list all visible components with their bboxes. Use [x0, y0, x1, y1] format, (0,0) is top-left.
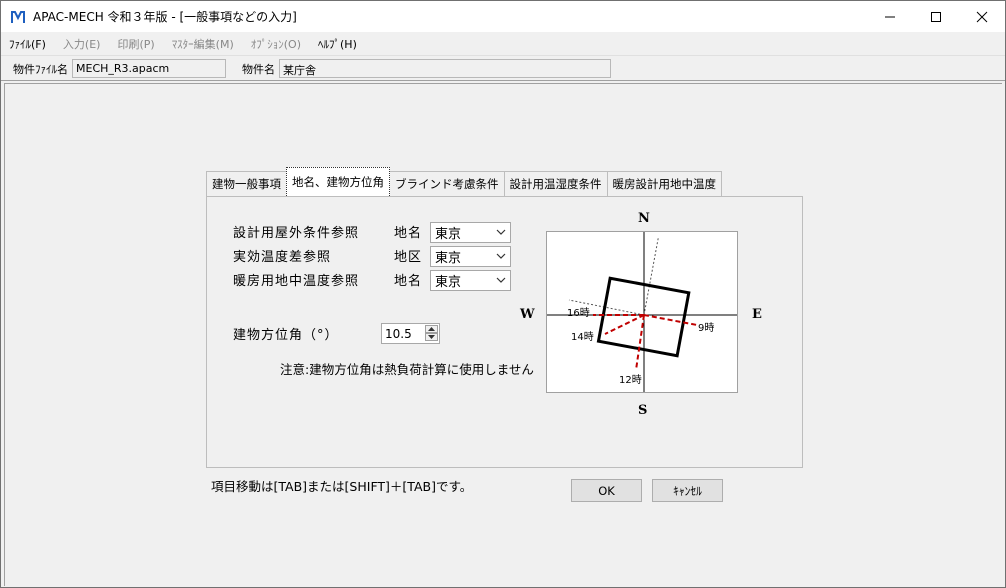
- compass-east-label: E: [752, 307, 762, 322]
- tab-building-general[interactable]: 建物一般事項: [206, 171, 287, 196]
- menu-file[interactable]: ﾌｧｲﾙ(F): [9, 36, 46, 52]
- ground-temp-location-select[interactable]: 東京: [430, 270, 511, 291]
- minimize-icon: [885, 16, 895, 17]
- orientation-canvas: 16時 14時 12時 9時: [547, 232, 737, 392]
- chevron-down-icon: [496, 229, 506, 235]
- project-name-field: 某庁舎: [279, 59, 611, 78]
- azimuth-spinner[interactable]: 10.5: [381, 323, 440, 344]
- project-info-bar: 物件ﾌｧｲﾙ名 MECH_R3.apacm 物件名 某庁舎: [1, 57, 1005, 81]
- caret-up-icon: [428, 327, 435, 331]
- app-logo-icon: [9, 8, 27, 26]
- caret-down-icon: [428, 335, 435, 339]
- maximize-icon: [931, 11, 941, 22]
- ground-temp-location-sublabel: 地名: [394, 274, 423, 289]
- minimize-button[interactable]: [867, 1, 913, 32]
- sun-ray-12: [635, 314, 645, 371]
- spin-down-button[interactable]: [425, 333, 438, 341]
- menu-input[interactable]: 入力(E): [63, 36, 101, 52]
- project-file-field: MECH_R3.apacm: [72, 59, 226, 78]
- tab-strip: 建物一般事項 地名、建物方位角 ブラインド考慮条件 設計用温湿度条件 暖房設計用…: [206, 167, 722, 196]
- menu-help[interactable]: ﾍﾙﾌﾟ(H): [318, 36, 357, 52]
- menu-options[interactable]: ｵﾌﾟｼｮﾝ(O): [251, 36, 301, 52]
- spin-up-button[interactable]: [425, 325, 438, 333]
- compass-north-label: N: [638, 211, 650, 226]
- project-name-label: 物件名: [242, 62, 275, 76]
- title-bar: APAC-MECH 令和３年版 - [一般事項などの入力]: [1, 1, 1005, 32]
- effective-temp-diff-label: 実効温度差参照: [233, 250, 332, 265]
- window-controls: [867, 1, 1005, 32]
- hour-16-label: 16時: [567, 307, 590, 319]
- tab-design-temp-humidity[interactable]: 設計用温湿度条件: [503, 171, 608, 196]
- outdoor-condition-label: 設計用屋外条件参照: [233, 226, 360, 241]
- tab-blind-conditions[interactable]: ブラインド考慮条件: [389, 171, 505, 196]
- tab-location-azimuth[interactable]: 地名、建物方位角: [286, 167, 390, 196]
- outdoor-location-sublabel: 地名: [394, 226, 423, 241]
- close-button[interactable]: [959, 1, 1005, 32]
- compass-south-label: S: [638, 403, 648, 418]
- azimuth-note: 注意:建物方位角は熱負荷計算に使用しません: [280, 362, 534, 377]
- effective-temp-region-sublabel: 地区: [394, 250, 423, 265]
- menu-bar: ﾌｧｲﾙ(F) 入力(E) 印刷(P) ﾏｽﾀｰ編集(M) ｵﾌﾟｼｮﾝ(O) …: [1, 32, 1005, 56]
- outdoor-location-value: 東京: [435, 227, 462, 242]
- hour-12-label: 12時: [619, 374, 642, 386]
- azimuth-label: 建物方位角（°）: [233, 328, 339, 343]
- project-file-label: 物件ﾌｧｲﾙ名: [13, 62, 68, 76]
- azimuth-line: [643, 238, 659, 316]
- chevron-down-icon: [496, 277, 506, 283]
- hour-14-label: 14時: [571, 331, 594, 343]
- compass-west-label: W: [520, 307, 535, 322]
- sun-ray-9: [643, 314, 698, 326]
- menu-master-edit[interactable]: ﾏｽﾀｰ編集(M): [172, 36, 234, 52]
- building-orientation-diagram: 16時 14時 12時 9時: [546, 231, 738, 393]
- navigation-hint: 項目移動は[TAB]または[SHIFT]＋[TAB]です。: [211, 479, 473, 494]
- effective-temp-region-value: 東京: [435, 251, 462, 266]
- app-window: APAC-MECH 令和３年版 - [一般事項などの入力] ﾌｧｲﾙ(F) 入力…: [0, 0, 1006, 588]
- outdoor-location-select[interactable]: 東京: [430, 222, 511, 243]
- azimuth-spin-buttons: [425, 325, 438, 342]
- cancel-button[interactable]: ｷｬﾝｾﾙ: [652, 479, 723, 502]
- ground-temp-label: 暖房用地中温度参照: [233, 274, 360, 289]
- close-icon: [976, 11, 988, 22]
- hour-9-label: 9時: [698, 322, 714, 334]
- maximize-button[interactable]: [913, 1, 959, 32]
- ground-temp-location-value: 東京: [435, 275, 462, 290]
- sun-ray-14: [604, 314, 645, 335]
- window-title: APAC-MECH 令和３年版 - [一般事項などの入力]: [33, 10, 297, 24]
- chevron-down-icon: [496, 253, 506, 259]
- ok-button[interactable]: OK: [571, 479, 642, 502]
- tab-ground-temperature[interactable]: 暖房設計用地中温度: [606, 171, 722, 196]
- azimuth-value: 10.5: [385, 326, 412, 341]
- effective-temp-region-select[interactable]: 東京: [430, 246, 511, 267]
- menu-print[interactable]: 印刷(P): [117, 36, 154, 52]
